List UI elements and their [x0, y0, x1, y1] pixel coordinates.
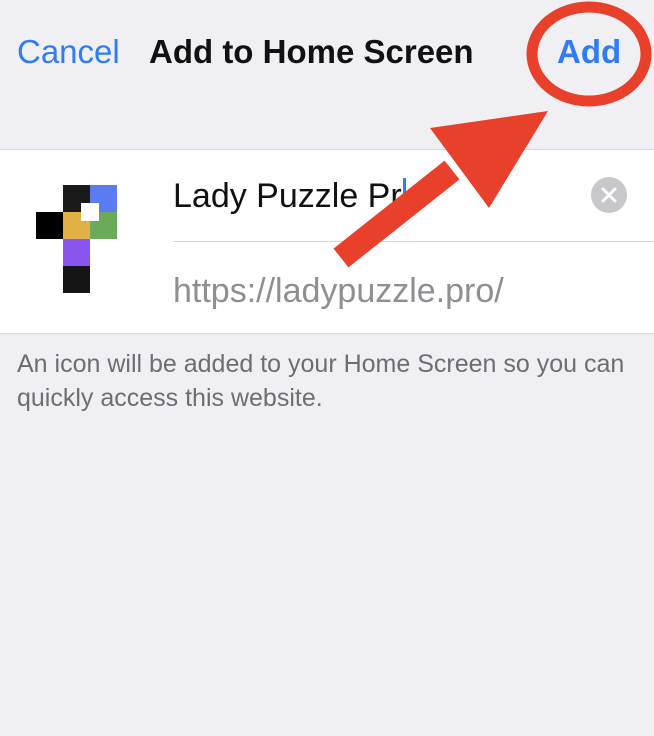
- clear-text-button[interactable]: [591, 177, 627, 213]
- page-title: Add to Home Screen: [149, 33, 474, 70]
- add-button[interactable]: Add: [557, 30, 621, 74]
- name-field-value: Lady Puzzle Pr: [173, 177, 402, 215]
- navigation-bar: Cancel Add to Home Screen Add: [0, 0, 654, 100]
- text-caret: [402, 178, 406, 219]
- info-text: An icon will be added to your Home Scree…: [17, 350, 625, 412]
- bookmark-card: Lady Puzzle Pr https://ladypuzzle.pro/: [0, 149, 654, 334]
- name-field[interactable]: Lady Puzzle Pr: [173, 170, 593, 222]
- app-icon: [36, 185, 117, 293]
- clear-x-icon: [601, 187, 617, 203]
- cancel-button[interactable]: Cancel: [17, 30, 120, 74]
- field-divider: [173, 241, 654, 242]
- url-text: https://ladypuzzle.pro/: [173, 272, 504, 310]
